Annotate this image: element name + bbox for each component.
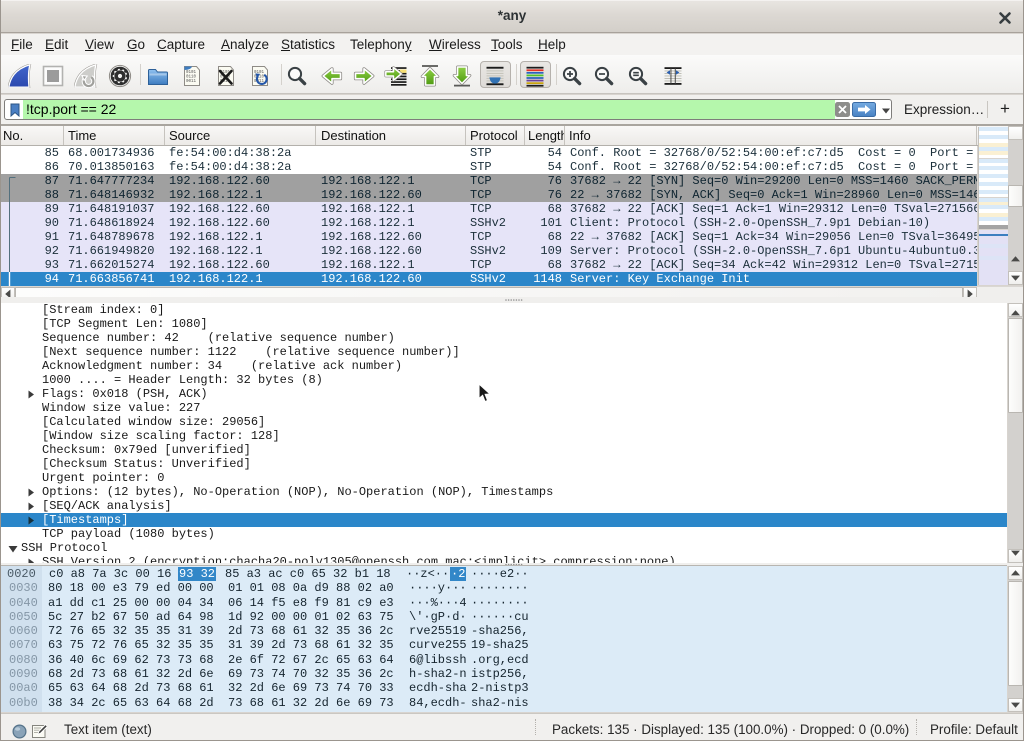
svg-text:0110: 0110 [254, 76, 265, 80]
svg-text:0101: 0101 [186, 71, 197, 75]
svg-text:0011: 0011 [186, 80, 197, 84]
svg-text:0110: 0110 [186, 76, 197, 80]
